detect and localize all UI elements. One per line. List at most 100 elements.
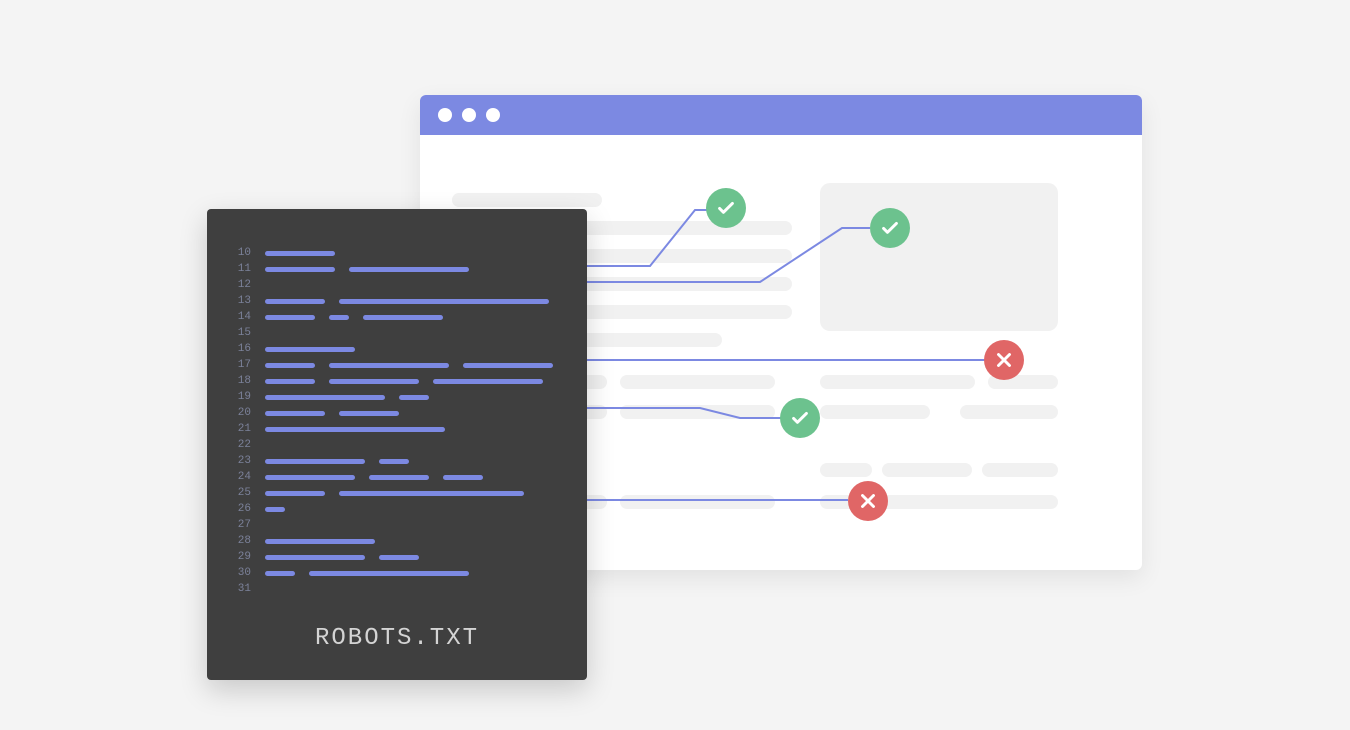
code-segment bbox=[265, 347, 355, 352]
code-segment bbox=[329, 315, 349, 320]
code-line: 15 bbox=[235, 325, 567, 341]
code-line: 20 bbox=[235, 405, 567, 421]
code-line: 28 bbox=[235, 533, 567, 549]
code-segment bbox=[443, 475, 483, 480]
placeholder-line bbox=[882, 463, 972, 477]
browser-titlebar bbox=[420, 95, 1142, 135]
line-number: 29 bbox=[235, 551, 251, 563]
placeholder-line bbox=[620, 405, 775, 419]
code-area: 10 11 12 13 14 15 16 17 18 19 20 21 22 23 24 25 26 27 28 29… bbox=[207, 209, 587, 597]
code-line: 10 bbox=[235, 245, 567, 261]
code-segment bbox=[369, 475, 429, 480]
code-line: 19 bbox=[235, 389, 567, 405]
cross-icon bbox=[984, 340, 1024, 380]
cross-icon bbox=[848, 481, 888, 521]
code-segment bbox=[339, 491, 524, 496]
code-segment bbox=[265, 315, 315, 320]
code-line: 29 bbox=[235, 549, 567, 565]
code-segment bbox=[379, 459, 409, 464]
code-line: 14 bbox=[235, 309, 567, 325]
line-number: 25 bbox=[235, 487, 251, 499]
line-number: 18 bbox=[235, 375, 251, 387]
placeholder-line bbox=[620, 495, 775, 509]
code-segment bbox=[349, 267, 469, 272]
code-segment bbox=[265, 411, 325, 416]
line-number: 13 bbox=[235, 295, 251, 307]
code-line: 13 bbox=[235, 293, 567, 309]
code-line: 30 bbox=[235, 565, 567, 581]
code-segment bbox=[265, 555, 365, 560]
line-number: 23 bbox=[235, 455, 251, 467]
editor-title: ROBOTS.TXT bbox=[207, 625, 587, 652]
line-number: 31 bbox=[235, 583, 251, 595]
code-line: 12 bbox=[235, 277, 567, 293]
code-segment bbox=[339, 299, 549, 304]
code-segment bbox=[329, 379, 419, 384]
line-number: 30 bbox=[235, 567, 251, 579]
robots-editor: 10 11 12 13 14 15 16 17 18 19 20 21 22 23 24 25 26 27 28 29… bbox=[207, 209, 587, 680]
line-number: 21 bbox=[235, 423, 251, 435]
placeholder-line bbox=[820, 405, 930, 419]
code-segment bbox=[463, 363, 553, 368]
window-dot bbox=[462, 108, 476, 122]
check-icon bbox=[780, 398, 820, 438]
code-segment bbox=[265, 507, 285, 512]
line-number: 11 bbox=[235, 263, 251, 275]
line-number: 27 bbox=[235, 519, 251, 531]
window-dot bbox=[438, 108, 452, 122]
placeholder-line bbox=[982, 463, 1058, 477]
code-segment bbox=[265, 363, 315, 368]
code-segment bbox=[265, 571, 295, 576]
line-number: 16 bbox=[235, 343, 251, 355]
code-line: 25 bbox=[235, 485, 567, 501]
code-segment bbox=[265, 395, 385, 400]
line-number: 17 bbox=[235, 359, 251, 371]
code-line: 24 bbox=[235, 469, 567, 485]
code-segment bbox=[265, 251, 335, 256]
code-segment bbox=[363, 315, 443, 320]
line-number: 10 bbox=[235, 247, 251, 259]
placeholder-line bbox=[620, 375, 775, 389]
placeholder-line bbox=[820, 375, 975, 389]
code-line: 17 bbox=[235, 357, 567, 373]
check-icon bbox=[870, 208, 910, 248]
line-number: 26 bbox=[235, 503, 251, 515]
code-segment bbox=[265, 539, 375, 544]
placeholder-line bbox=[452, 193, 602, 207]
code-segment bbox=[265, 267, 335, 272]
code-segment bbox=[265, 299, 325, 304]
placeholder-box bbox=[820, 183, 1058, 331]
line-number: 22 bbox=[235, 439, 251, 451]
code-segment bbox=[265, 459, 365, 464]
window-dot bbox=[486, 108, 500, 122]
code-segment bbox=[265, 379, 315, 384]
code-segment bbox=[339, 411, 399, 416]
line-number: 20 bbox=[235, 407, 251, 419]
code-segment bbox=[433, 379, 543, 384]
code-line: 27 bbox=[235, 517, 567, 533]
code-segment bbox=[265, 427, 445, 432]
placeholder-line bbox=[960, 405, 1058, 419]
line-number: 12 bbox=[235, 279, 251, 291]
code-line: 31 bbox=[235, 581, 567, 597]
code-line: 22 bbox=[235, 437, 567, 453]
line-number: 14 bbox=[235, 311, 251, 323]
code-line: 18 bbox=[235, 373, 567, 389]
code-line: 21 bbox=[235, 421, 567, 437]
line-number: 19 bbox=[235, 391, 251, 403]
code-segment bbox=[309, 571, 469, 576]
code-line: 16 bbox=[235, 341, 567, 357]
code-line: 26 bbox=[235, 501, 567, 517]
placeholder-line bbox=[820, 463, 872, 477]
code-segment bbox=[329, 363, 449, 368]
code-line: 23 bbox=[235, 453, 567, 469]
line-number: 15 bbox=[235, 327, 251, 339]
code-segment bbox=[379, 555, 419, 560]
code-segment bbox=[399, 395, 429, 400]
code-segment bbox=[265, 475, 355, 480]
code-segment bbox=[265, 491, 325, 496]
line-number: 24 bbox=[235, 471, 251, 483]
line-number: 28 bbox=[235, 535, 251, 547]
code-line: 11 bbox=[235, 261, 567, 277]
check-icon bbox=[706, 188, 746, 228]
